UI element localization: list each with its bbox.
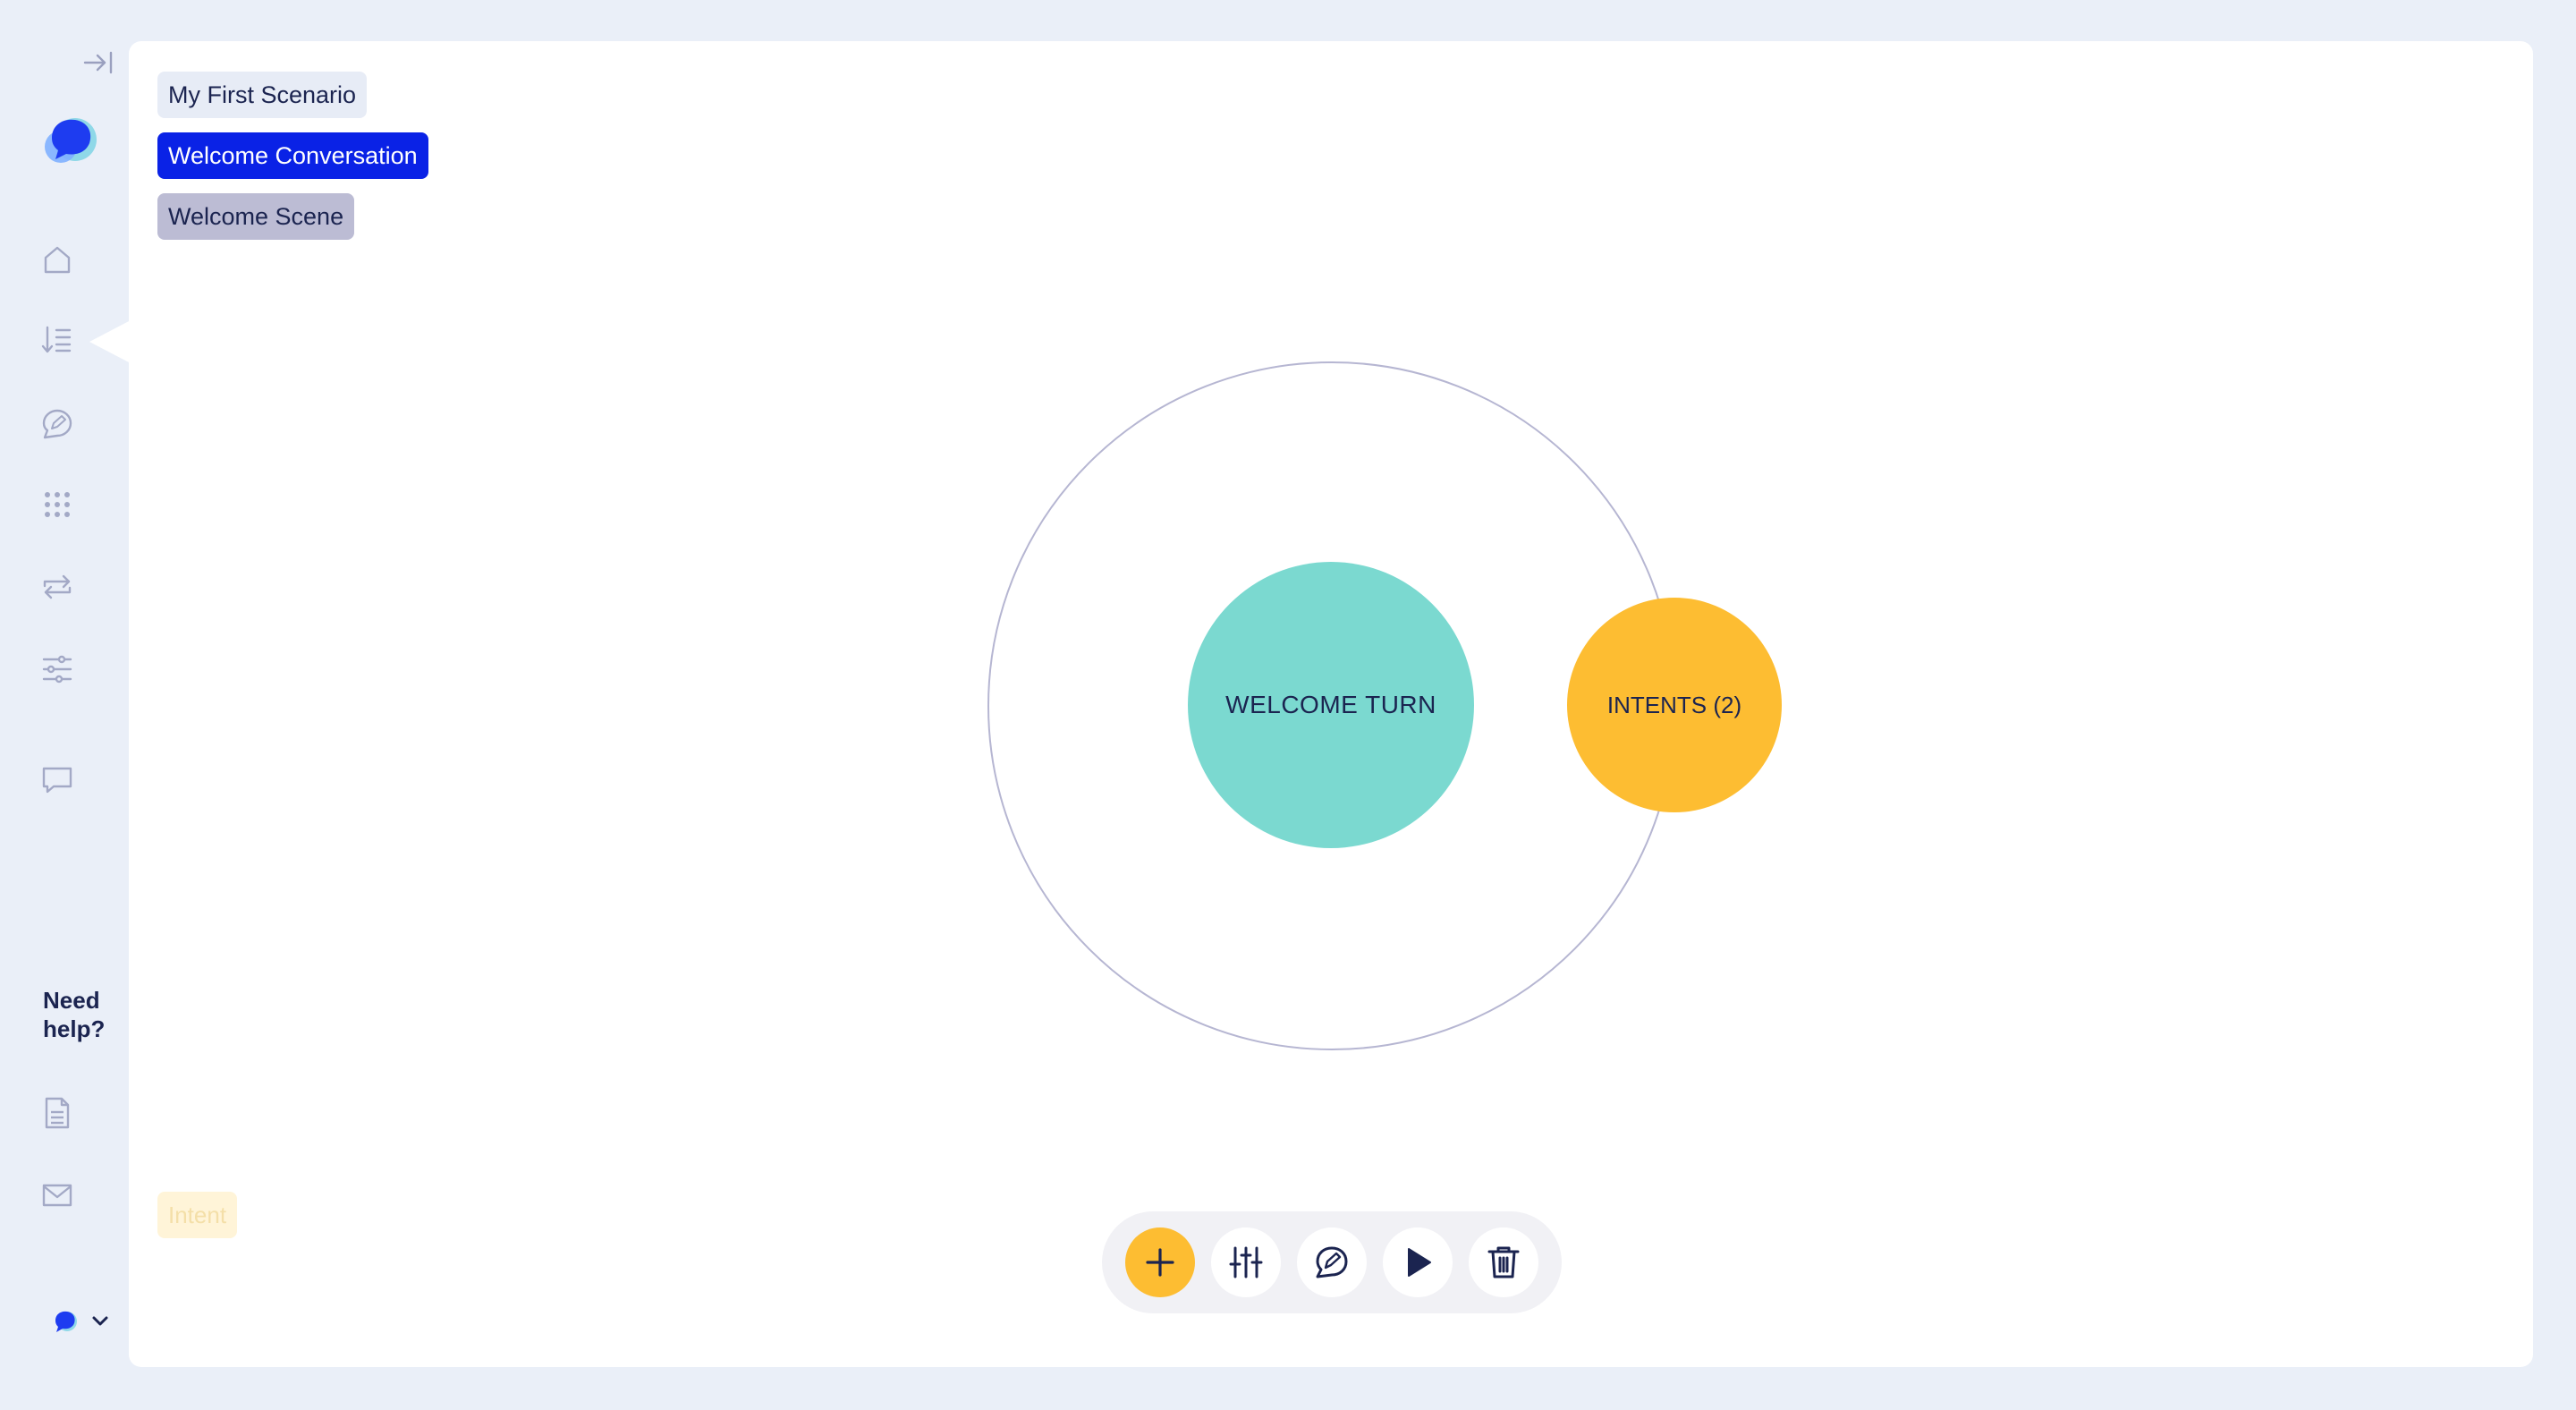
- intents-node[interactable]: INTENTS (2): [1567, 598, 1782, 812]
- app-logo[interactable]: [39, 107, 102, 170]
- sliders-icon: [1229, 1246, 1263, 1278]
- account-menu[interactable]: [52, 1308, 109, 1335]
- chevron-down-icon: [92, 1316, 108, 1326]
- collapse-sidebar-icon[interactable]: [80, 47, 116, 79]
- intent-legend-tag: Intent: [157, 1192, 238, 1238]
- canvas-toolbar: [1102, 1211, 1562, 1313]
- message-editor-icon[interactable]: [36, 403, 79, 446]
- sliders-icon[interactable]: [36, 648, 79, 691]
- play-icon: [1408, 1248, 1431, 1277]
- play-button[interactable]: [1383, 1227, 1453, 1297]
- scene-canvas: My First Scenario Welcome Conversation W…: [129, 41, 2533, 1367]
- home-icon[interactable]: [36, 238, 79, 281]
- chat-bubble-icon[interactable]: [36, 759, 79, 802]
- repeat-arrows-icon[interactable]: [36, 565, 79, 608]
- breadcrumb-scene[interactable]: Welcome Scene: [157, 193, 355, 240]
- welcome-turn-node[interactable]: WELCOME TURN: [1188, 562, 1474, 848]
- avatar: [55, 1311, 77, 1332]
- mail-icon[interactable]: [36, 1174, 79, 1217]
- edit-message-button[interactable]: [1297, 1227, 1367, 1297]
- active-nav-pointer: [89, 320, 131, 363]
- trash-icon: [1487, 1246, 1520, 1278]
- document-icon[interactable]: [36, 1091, 79, 1134]
- message-editor-icon: [1316, 1246, 1348, 1278]
- need-help-title: Need help?: [43, 987, 106, 1042]
- add-button[interactable]: [1125, 1227, 1195, 1297]
- delete-button[interactable]: [1469, 1227, 1538, 1297]
- plus-icon: [1146, 1248, 1174, 1277]
- breadcrumb-conversation[interactable]: Welcome Conversation: [157, 132, 428, 179]
- grid-dots-icon[interactable]: [36, 483, 79, 526]
- sidebar: Need help?: [0, 0, 131, 1410]
- conversations-list-icon[interactable]: [36, 319, 79, 361]
- settings-button[interactable]: [1211, 1227, 1281, 1297]
- breadcrumb-scenario[interactable]: My First Scenario: [157, 72, 368, 118]
